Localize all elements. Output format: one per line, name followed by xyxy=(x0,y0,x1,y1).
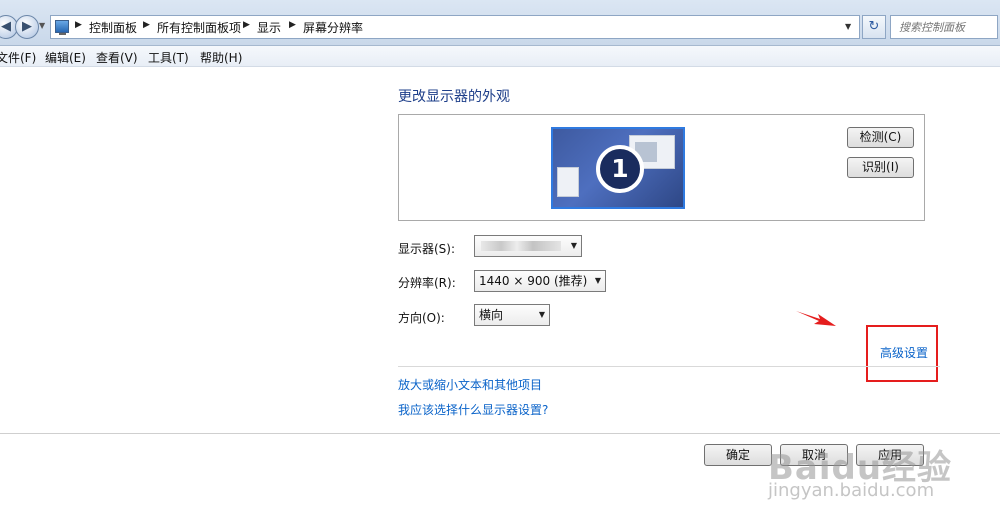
cancel-button[interactable]: 取消 xyxy=(780,444,848,466)
breadcrumb-separator-icon[interactable]: ▶ xyxy=(143,20,150,30)
annotation-arrow-icon xyxy=(796,311,836,326)
breadcrumb-control-panel[interactable]: 控制面板 xyxy=(89,19,137,36)
display-select[interactable]: ▼ xyxy=(474,235,582,257)
ok-button[interactable]: 确定 xyxy=(704,444,772,466)
which-settings-link[interactable]: 我应该选择什么显示器设置? xyxy=(398,401,548,418)
resolution-label: 分辨率(R): xyxy=(398,276,456,290)
chevron-down-icon: ▼ xyxy=(570,241,577,250)
menu-tools[interactable]: 工具(T) xyxy=(148,49,189,66)
identify-button[interactable]: 识别(I) xyxy=(847,157,914,178)
watermark-url: jingyan.baidu.com xyxy=(768,480,935,501)
chevron-down-icon: ▼ xyxy=(538,310,545,319)
refresh-button[interactable]: ↻ xyxy=(862,15,886,39)
display-value-blurred xyxy=(481,241,561,251)
menu-edit[interactable]: 编辑(E) xyxy=(45,49,86,66)
breadcrumb-separator-icon[interactable]: ▶ xyxy=(75,20,82,30)
breadcrumb-all-items[interactable]: 所有控制面板项 xyxy=(157,19,241,36)
divider xyxy=(0,433,1000,434)
recent-pages-dropdown-icon[interactable]: ▼ xyxy=(39,21,45,30)
breadcrumb-separator-icon[interactable]: ▶ xyxy=(289,20,296,30)
page-title: 更改显示器的外观 xyxy=(398,89,510,105)
enlarge-text-link[interactable]: 放大或缩小文本和其他项目 xyxy=(398,376,542,393)
breadcrumb-separator-icon[interactable]: ▶ xyxy=(243,20,250,30)
refresh-icon: ↻ xyxy=(868,19,880,34)
orientation-value: 横向 xyxy=(479,308,504,322)
address-toolbar: ◀ ▶ ▼ ▶ 控制面板 ▶ 所有控制面板项 ▶ 显示 ▶ 屏幕分辨率 ▼ ↻ xyxy=(0,0,1000,46)
chevron-down-icon: ▼ xyxy=(594,276,601,285)
monitor-preview-panel: 1 检测(C) 识别(I) xyxy=(398,114,925,221)
forward-button[interactable]: ▶ xyxy=(15,15,39,39)
address-field[interactable]: ▶ 控制面板 ▶ 所有控制面板项 ▶ 显示 ▶ 屏幕分辨率 ▼ xyxy=(50,15,860,39)
breadcrumb-screen-resolution[interactable]: 屏幕分辨率 xyxy=(303,19,363,36)
detect-button[interactable]: 检测(C) xyxy=(847,127,914,148)
address-dropdown-icon[interactable]: ▼ xyxy=(845,22,851,31)
orientation-label: 方向(O): xyxy=(398,311,445,325)
resolution-select[interactable]: 1440 × 900 (推荐) ▼ xyxy=(474,270,606,292)
menu-bar: 文件(F) 编辑(E) 查看(V) 工具(T) 帮助(H) xyxy=(0,46,1000,67)
divider xyxy=(398,366,940,367)
back-arrow-icon: ◀ xyxy=(1,19,11,34)
orientation-select[interactable]: 横向 ▼ xyxy=(474,304,550,326)
search-box[interactable] xyxy=(890,15,998,39)
control-panel-icon xyxy=(55,20,69,35)
resolution-value: 1440 × 900 (推荐) xyxy=(479,274,588,288)
monitor-number-badge: 1 xyxy=(596,145,644,193)
breadcrumb-display[interactable]: 显示 xyxy=(257,19,281,36)
forward-arrow-icon: ▶ xyxy=(22,19,32,34)
display-label: 显示器(S): xyxy=(398,242,456,256)
apply-button[interactable]: 应用 xyxy=(856,444,924,466)
menu-view[interactable]: 查看(V) xyxy=(96,49,138,66)
menu-help[interactable]: 帮助(H) xyxy=(200,49,242,66)
window-thumbnail xyxy=(557,167,579,197)
search-input[interactable] xyxy=(891,16,997,38)
menu-file[interactable]: 文件(F) xyxy=(0,49,36,66)
monitor-icon[interactable]: 1 xyxy=(551,127,685,209)
advanced-settings-link[interactable]: 高级设置 xyxy=(880,344,928,361)
